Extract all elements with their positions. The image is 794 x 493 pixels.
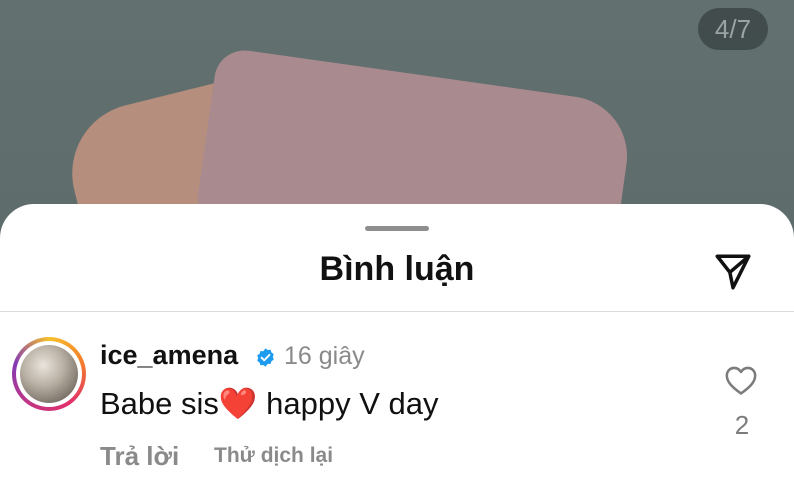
verified-badge-icon [257,348,274,367]
comment-timestamp: 16 giây [284,342,365,370]
avatar[interactable] [12,337,86,411]
comment-text: Babe sis❤️ happy V day [100,386,439,421]
heart-like-icon[interactable] [724,364,758,396]
heart-emoji: ❤️ [218,386,258,421]
comments-sheet: Bình luận ice_amena 16 giây Babe sis❤️ h… [0,204,794,493]
sheet-title: Bình luận [319,250,475,288]
reply-button[interactable]: Trả lời [100,441,179,472]
translate-button[interactable]: Thử dịch lại [214,444,333,468]
like-count: 2 [734,410,750,440]
send-icon[interactable] [712,251,754,293]
image-counter-badge: 4/7 [698,8,768,50]
comment-username[interactable]: ice_amena [100,340,238,371]
header-divider [0,311,794,312]
avatar-photo [20,345,78,403]
sheet-drag-handle[interactable] [365,226,429,231]
